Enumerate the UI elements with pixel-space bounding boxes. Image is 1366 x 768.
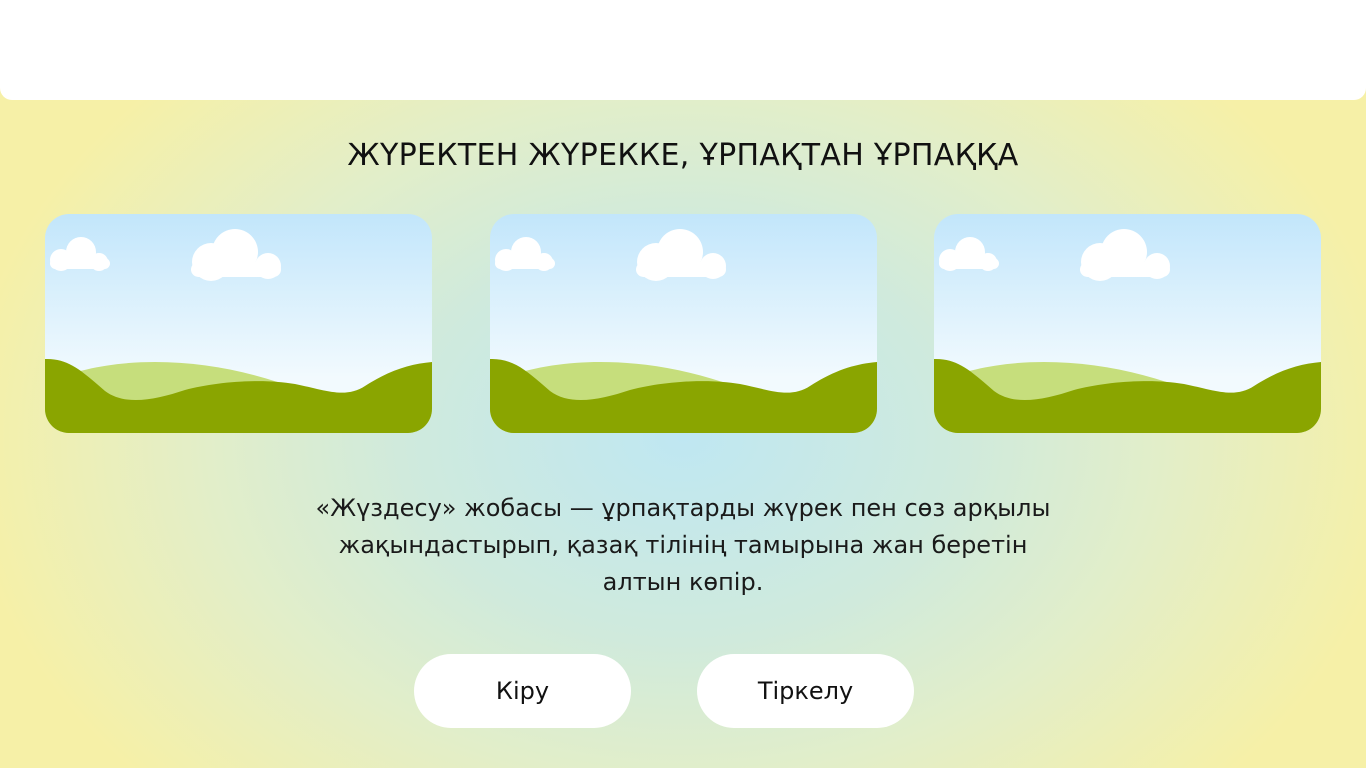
gallery-image-3 <box>934 214 1321 433</box>
top-bar <box>0 0 1366 100</box>
project-description: «Жүздесу» жобасы — ұрпақтарды жүрек пен … <box>315 494 1051 596</box>
page-title: ЖҮРЕКТЕН ЖҮРЕККЕ, ҰРПАҚТАН ҰРПАҚҚА <box>347 138 1019 173</box>
gallery-image-2 <box>490 214 877 433</box>
gallery-image-1 <box>45 214 432 433</box>
landscape-icon <box>490 214 877 433</box>
landscape-icon <box>45 214 432 433</box>
landscape-icon <box>934 214 1321 433</box>
login-button[interactable]: Кіру <box>414 654 631 728</box>
register-button[interactable]: Тіркелу <box>697 654 914 728</box>
